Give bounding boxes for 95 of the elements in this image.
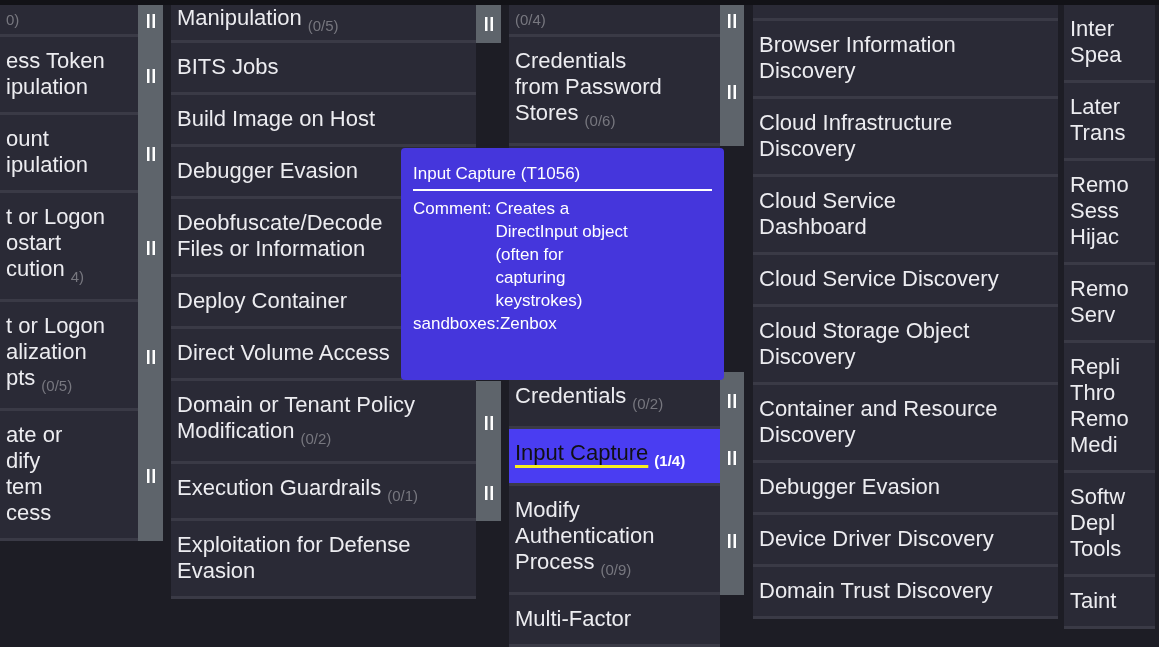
handle-icon (728, 84, 736, 99)
technique-cell[interactable]: Credentials from Password Stores (0/6) (509, 37, 720, 146)
technique-name: Cloud Service Dashboard (759, 188, 896, 241)
technique-name: ate or dify tem cess (6, 422, 63, 527)
technique-name: Debugger Evasion (759, 474, 941, 501)
subtechnique-toggle[interactable] (138, 411, 163, 541)
handle-icon (484, 415, 493, 430)
technique-name: Modify Authentication Process (0/9) (515, 497, 655, 580)
technique-cell[interactable]: Modify Authentication Process (0/9) (509, 486, 720, 595)
technique-cell[interactable]: Debugger Evasion (753, 463, 1058, 515)
technique-cell[interactable]: Domain Trust Discovery (753, 567, 1058, 619)
technique-name: Cloud Storage Object Discovery (759, 318, 970, 371)
technique-name: Container and Resource Discovery (759, 396, 998, 449)
technique-cell[interactable]: Container and Resource Discovery (753, 385, 1058, 463)
technique-cell[interactable]: Manipulation (0/5) (171, 5, 476, 43)
technique-cell[interactable]: Cloud Service Discovery (753, 255, 1058, 307)
technique-name: Direct Volume Access (177, 340, 391, 367)
technique-cell[interactable]: Later Trans (1064, 83, 1155, 161)
subtechnique-count: 0) (6, 10, 20, 30)
technique-name: Credentials (0/2) (515, 383, 664, 414)
technique-name: Taint (1070, 588, 1118, 615)
technique-cell[interactable]: Cloud Storage Object Discovery (753, 307, 1058, 385)
technique-cell[interactable]: t or Logon alization pts (0/5) (0, 302, 138, 411)
technique-name: Multi-Factor (515, 606, 633, 633)
subtechnique-toggle[interactable] (720, 37, 744, 146)
technique-name: Deploy Container (177, 288, 348, 315)
subtechnique-toggle[interactable] (476, 5, 501, 43)
technique-name: Input Capture (1/4) (515, 440, 686, 471)
subtechnique-count: (0/4) (515, 10, 546, 30)
subtechnique-toggle[interactable] (138, 5, 163, 37)
technique-cell[interactable]: Taint (1064, 577, 1155, 629)
technique-name: Remo Serv (1070, 276, 1129, 329)
technique-name: Softw Depl Tools (1070, 484, 1127, 563)
handle-icon (728, 14, 736, 28)
tooltip-title: Input Capture (T1056) (413, 162, 712, 191)
technique-name: t or Logon alization pts (0/5) (6, 313, 106, 396)
technique-cell[interactable]: Repli Thro Remo Medi (1064, 343, 1155, 473)
technique-cell[interactable]: Multi-Factor (509, 595, 720, 647)
handle-icon (728, 533, 736, 548)
handle-icon (146, 147, 155, 161)
subtechnique-toggle[interactable] (476, 464, 501, 521)
technique-name: Debugger Evasion (177, 158, 359, 185)
technique-cell[interactable]: BITS Jobs (171, 43, 476, 95)
technique-cell[interactable]: ount ipulation (0, 115, 138, 193)
technique-cell[interactable]: t or Logon ostart cution 4) (0, 193, 138, 302)
subtechnique-toggle[interactable] (720, 5, 744, 37)
technique-name: Later Trans (1070, 94, 1127, 147)
technique-name: Execution Guardrails (0/1) (177, 475, 419, 506)
technique-name: Cloud Infrastructure Discovery (759, 110, 953, 163)
handle-icon (728, 393, 736, 408)
handle-icon (146, 69, 155, 83)
technique-name: Exploitation for Defense Evasion (177, 532, 411, 585)
technique-cell[interactable]: Domain or Tenant Policy Modification (0/2) (171, 381, 476, 464)
technique-name: ount ipulation (6, 126, 89, 179)
handle-icon (728, 450, 736, 465)
technique-cell[interactable]: Remo Serv (1064, 265, 1155, 343)
handle-icon (146, 14, 155, 28)
handle-icon (484, 17, 493, 31)
technique-cell[interactable]: Exploitation for Defense Evasion (171, 521, 476, 599)
subtechnique-toggle[interactable] (720, 486, 744, 595)
technique-name: Cloud Service Discovery (759, 266, 1000, 293)
technique-name: Repli Thro Remo Medi (1070, 354, 1129, 459)
technique-cell[interactable]: Build Image on Host (171, 95, 476, 147)
comment-text: Creates a DirectInput object (often for capturing keystrokes) (495, 198, 628, 312)
technique-cell[interactable]: Softw Depl Tools (1064, 473, 1155, 577)
handle-icon (146, 349, 155, 364)
technique-cell[interactable] (753, 5, 1058, 21)
technique-cell[interactable]: Remo Sess Hijac (1064, 161, 1155, 265)
technique-cell[interactable]: Execution Guardrails (0/1) (171, 464, 476, 521)
technique-name: Inter Spea (1070, 16, 1123, 69)
technique-name: Deobfuscate/Decode Files or Information (177, 210, 383, 263)
technique-name: Browser Information Discovery (759, 32, 956, 85)
handle-icon (146, 469, 155, 483)
technique-name: Domain or Tenant Policy Modification (0/2) (177, 392, 416, 449)
technique-name: Device Driver Discovery (759, 526, 995, 553)
technique-cell[interactable]: Cloud Infrastructure Discovery (753, 99, 1058, 177)
technique-name: Remo Sess Hijac (1070, 172, 1129, 251)
technique-name: BITS Jobs (177, 54, 280, 81)
technique-cell[interactable]: Device Driver Discovery (753, 515, 1058, 567)
handle-icon (484, 485, 493, 500)
technique-name: Credentials from Password Stores (0/6) (515, 48, 662, 131)
technique-name: Domain Trust Discovery (759, 578, 994, 605)
technique-cell[interactable]: Cloud Service Dashboard (753, 177, 1058, 255)
handle-icon (146, 240, 155, 255)
technique-cell[interactable]: ess Token ipulation (0, 37, 138, 115)
technique-cell[interactable]: Browser Information Discovery (753, 21, 1058, 99)
technique-cell[interactable]: ate or dify tem cess (0, 411, 138, 541)
technique-name: Build Image on Host (177, 106, 377, 133)
technique-cell[interactable]: Input Capture (1/4) (509, 429, 720, 486)
technique-name: ess Token ipulation (6, 48, 105, 101)
technique-name: Manipulation (0/5) (177, 5, 339, 36)
technique-cell[interactable]: Inter Spea (1064, 5, 1155, 83)
subtechnique-toggle[interactable] (476, 381, 501, 464)
subtechnique-toggle[interactable] (720, 372, 744, 429)
technique-name: t or Logon ostart cution 4) (6, 204, 106, 287)
